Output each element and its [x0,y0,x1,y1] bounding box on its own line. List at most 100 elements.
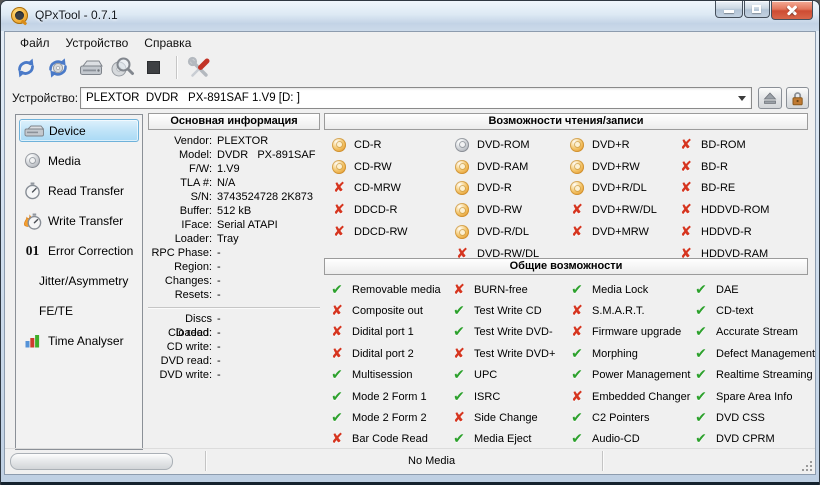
capability-status-icon [694,283,708,297]
sidebar-item-error-correction[interactable]: 01 Error Correction [19,239,139,262]
disc-icon [22,153,43,168]
sidebar-item-label: Error Correction [48,243,134,258]
capability-item: DVD-RW [455,199,570,221]
sidebar-item-device[interactable]: Device [19,119,139,142]
magnifier-disc-icon [111,57,134,77]
capability-item: DAE [694,279,802,300]
capability-status-icon [330,432,344,446]
capability-item: Spare Area Info [694,386,802,407]
device-bar: Устройство: PLEXTOR DVDR PX-891SAF 1.V9 … [5,85,815,111]
capability-status-icon [452,283,466,297]
capability-status-icon [570,181,584,196]
menu-device[interactable]: Устройство [58,34,137,52]
general-column: Media Lock S.M.A.R.T. Firmware upgrade M… [570,279,694,450]
capability-status-icon [570,137,584,152]
capability-status-icon [455,159,469,174]
device-combobox-value: PLEXTOR DVDR PX-891SAF 1.V9 [D: ] [86,92,300,104]
capability-status-icon [570,347,584,361]
capability-item: Accurate Stream [694,322,802,343]
capability-item: Audio-CD [570,429,694,450]
info-row: Resets: - [174,289,221,301]
capability-status-icon [330,325,344,339]
capability-item: DDCD-RW [332,221,455,243]
sidebar-item-label: Write Transfer [48,213,124,228]
capability-item: Test Write CD [452,300,570,321]
capability-status-icon [452,325,466,339]
capability-item: HDDVD-ROM [679,199,808,221]
capability-item: Test Write DVD- [452,322,570,343]
statusbar-separator [205,451,206,471]
capability-status-icon [679,160,693,174]
resize-grip[interactable] [800,459,812,471]
capability-status-icon [694,390,708,404]
capability-item: CD-RW [332,156,455,178]
maximize-button[interactable] [744,1,770,18]
sidebar-item-jitter-asymmetry[interactable]: Jitter/Asymmetry [19,269,139,292]
info-row: Loader: Tray [174,233,239,245]
info-row: TLA #: N/A [180,177,236,189]
capability-status-icon [694,368,708,382]
rescan-devices-button[interactable] [11,54,40,82]
sidebar-item-write-transfer[interactable]: Write Transfer [19,209,139,232]
capability-status-icon [330,347,344,361]
capability-status-icon [332,159,346,174]
rw-capabilities-grid: CD-R CD-RW CD-MRW DDCD-R DDCD-RW DVD-ROM… [324,130,808,265]
device-button[interactable] [75,54,104,82]
sidebar-item-label: Read Transfer [48,183,125,198]
capability-item: CD-text [694,300,802,321]
capability-status-icon [452,368,466,382]
media-status: No Media [408,455,456,467]
info-row: Discs loaded: - [175,313,221,339]
capability-status-icon [570,203,584,217]
capability-status-icon [455,181,469,196]
capability-item: Embedded Changer [570,386,694,407]
info-row: CD write: - [166,341,221,353]
capability-item: DVD+MRW [570,221,679,243]
capability-status-icon [570,368,584,382]
capability-status-icon [330,411,344,425]
capability-item: BURN-free [452,279,570,300]
capability-status-icon [452,304,466,318]
progress-bar [10,453,173,470]
info-row: S/N: 3743524728 2K873 [190,191,314,203]
sidebar-item-fe-te[interactable]: FE/TE [19,299,139,322]
stop-button[interactable] [139,54,168,82]
capability-status-icon [570,304,584,318]
capability-item: DVD-RAM [455,156,570,178]
rw-capabilities-title: Возможности чтения/записи [324,113,808,130]
capability-item: BD-RE [679,178,808,200]
info-row: CD read: - [167,327,221,339]
rw-column: BD-ROM BD-R BD-RE HDDVD-ROM HDDVD-R HDDV… [679,134,808,265]
info-row: DVD read: - [160,355,221,367]
capability-status-icon [455,225,469,240]
drive-icon [23,124,44,138]
capability-item: DDCD-R [332,199,455,221]
info-row: Model: DVDR PX-891SAF [178,149,316,161]
qpxtool-window: QPxTool - 0.7.1 Файл Устройство Справка [0,0,820,485]
close-button[interactable] [771,1,813,20]
capability-status-icon [570,159,584,174]
basic-info-rows: Vendor: PLEXTOR Model: DVDR PX-891SAF F/W:… [148,134,320,382]
statusbar-separator [602,451,603,471]
capability-status-icon [332,181,346,195]
menu-file[interactable]: Файл [12,34,58,52]
rw-column: CD-R CD-RW CD-MRW DDCD-R DDCD-RW [332,134,455,265]
lock-tray-button[interactable] [786,87,809,109]
refresh-media-icon [48,57,67,78]
minimize-button[interactable] [715,1,743,18]
menu-help[interactable]: Справка [136,34,199,52]
capability-status-icon [694,432,708,446]
sidebar-item-media[interactable]: Media [19,149,139,172]
scan-disc-button[interactable] [107,54,136,82]
sidebar-item-label: FE/TE [39,303,74,318]
titlebar[interactable]: QPxTool - 0.7.1 [1,1,819,31]
capability-status-icon [452,411,466,425]
rescan-media-button[interactable] [43,54,72,82]
info-row: DVD write: - [159,369,221,381]
preferences-button[interactable] [185,54,214,82]
sidebar-item-time-analyser[interactable]: Time Analyser [19,329,139,352]
device-combobox[interactable]: PLEXTOR DVDR PX-891SAF 1.V9 [D: ] [80,87,752,109]
sidebar: Device Media Read Transfer Write Transfe… [15,114,143,450]
eject-button[interactable] [758,87,782,109]
sidebar-item-read-transfer[interactable]: Read Transfer [19,179,139,202]
